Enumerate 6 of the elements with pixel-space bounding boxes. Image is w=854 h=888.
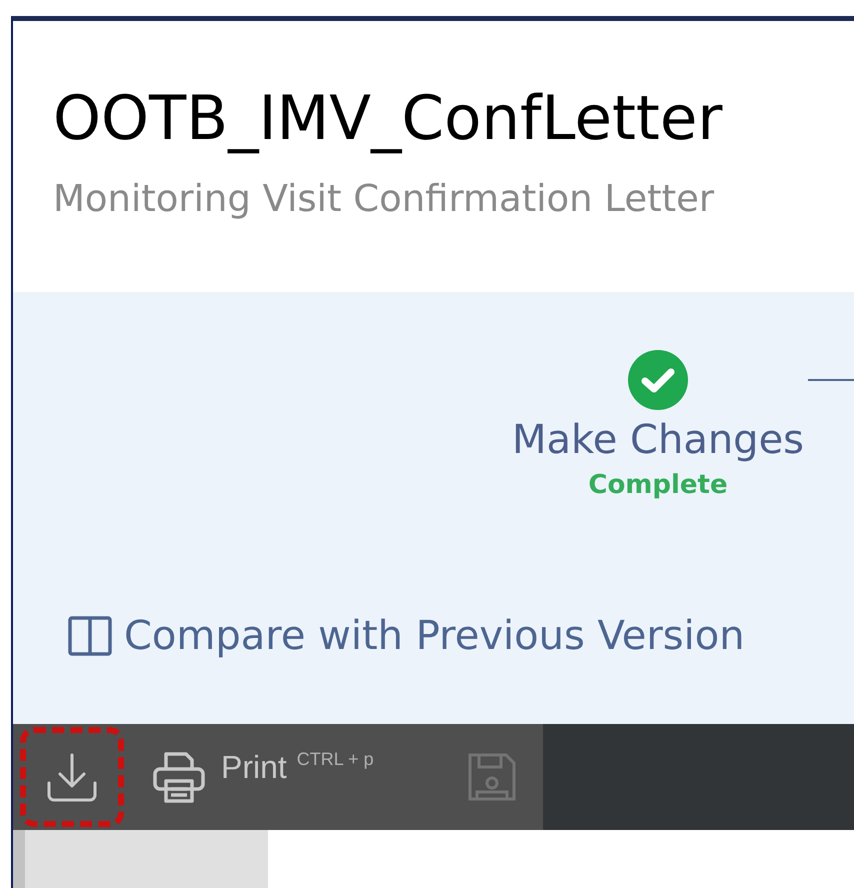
compare-button[interactable]: Compare with Previous Version (68, 613, 745, 659)
document-title: OOTB_IMV_ConfLetter (53, 83, 724, 155)
step-status: Complete (588, 469, 728, 502)
document-subtitle: Monitoring Visit Confirmation Letter (53, 179, 716, 219)
step-label: Make Changes (512, 416, 804, 465)
columns-icon (68, 616, 112, 656)
